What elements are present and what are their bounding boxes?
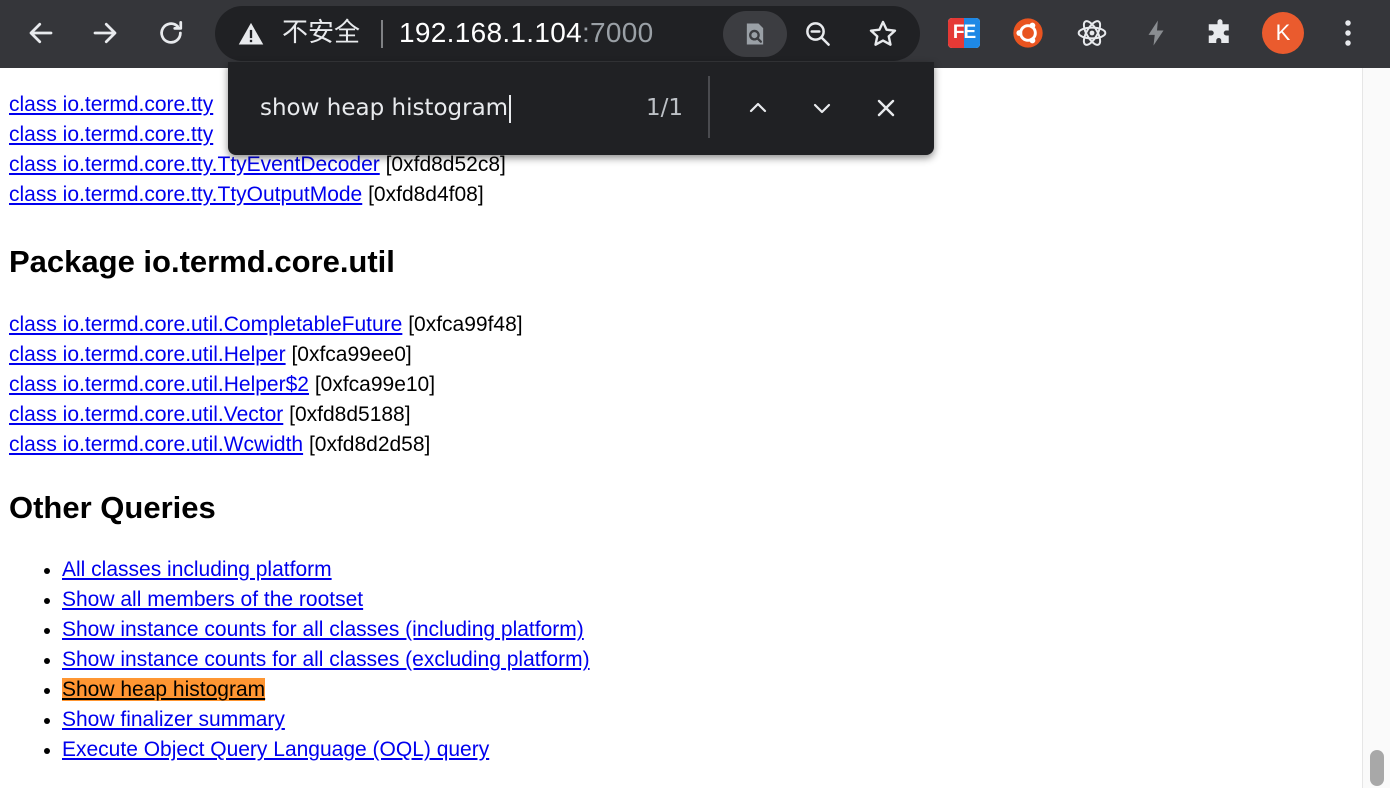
find-divider: [708, 76, 710, 138]
find-match-count: 1/1: [646, 95, 684, 121]
class-row: class io.termd.core.util.Vector [0xfd8d5…: [9, 400, 411, 430]
extensions-menu-button[interactable]: [1203, 16, 1237, 50]
zoom-icon[interactable]: [803, 19, 833, 49]
class-row: class io.termd.core.tty: [9, 90, 213, 120]
class-link[interactable]: class io.termd.core.util.CompletableFutu…: [9, 313, 402, 336]
security-status-label[interactable]: 不安全: [282, 18, 360, 48]
class-link[interactable]: class io.termd.core.tty: [9, 93, 213, 116]
back-button[interactable]: [17, 10, 65, 56]
react-devtools-extension[interactable]: [1075, 16, 1109, 50]
list-item: Show all members of the rootset: [62, 585, 590, 615]
query-link-finalizer-summary[interactable]: Show finalizer summary: [62, 708, 285, 731]
close-icon: [877, 99, 895, 117]
find-bar: show heap histogram 1/1: [228, 62, 934, 155]
class-row: class io.termd.core.util.Helper [0xfca99…: [9, 340, 412, 370]
address-divider: [381, 20, 383, 48]
class-address: [0xfd8d5188]: [289, 403, 411, 426]
query-link-instance-counts-excluding[interactable]: Show instance counts for all classes (ex…: [62, 648, 590, 671]
vertical-scrollbar[interactable]: [1362, 68, 1390, 788]
class-row: class io.termd.core.tty.TtyOutputMode [0…: [9, 180, 484, 210]
url-port: :7000: [581, 17, 654, 48]
forward-button[interactable]: [81, 10, 129, 56]
lightning-extension[interactable]: [1139, 16, 1173, 50]
page-content: class io.termd.core.tty class io.termd.c…: [0, 68, 1362, 788]
other-queries-heading: Other Queries: [9, 490, 216, 525]
list-item: Execute Object Query Language (OQL) quer…: [62, 735, 590, 765]
class-link[interactable]: class io.termd.core.util.Helper: [9, 343, 286, 366]
text-caret: [509, 94, 512, 123]
ubuntu-extension[interactable]: [1011, 16, 1045, 50]
class-row: class io.termd.core.tty: [9, 120, 213, 150]
chevron-up-icon: [749, 102, 767, 113]
class-link[interactable]: class io.termd.core.util.Vector: [9, 403, 283, 426]
fe-extension-icon: FE: [948, 18, 980, 48]
lightning-bolt-icon: [1148, 20, 1164, 46]
find-input[interactable]: show heap histogram: [260, 93, 512, 123]
class-address: [0xfca99e10]: [314, 373, 436, 396]
warning-icon[interactable]: [237, 20, 265, 48]
list-item: Show instance counts for all classes (in…: [62, 615, 590, 645]
class-row: class io.termd.core.util.Helper$2 [0xfca…: [9, 370, 435, 400]
query-link-instance-counts-including[interactable]: Show instance counts for all classes (in…: [62, 618, 584, 641]
back-arrow-icon: [29, 22, 53, 44]
class-link[interactable]: class io.termd.core.util.Wcwidth: [9, 433, 303, 456]
url-text[interactable]: 192.168.1.104:7000: [399, 17, 654, 49]
class-address: [0xfd8d2d58]: [308, 433, 431, 456]
class-link[interactable]: class io.termd.core.tty: [9, 123, 213, 146]
page-search-icon: [746, 23, 764, 45]
profile-avatar[interactable]: K: [1262, 12, 1304, 54]
find-query-text: show heap histogram: [260, 95, 509, 121]
chevron-down-icon: [813, 103, 831, 114]
browser-toolbar: 不安全 192.168.1.104:7000 FE K: [0, 0, 1390, 68]
find-close-button[interactable]: [868, 90, 904, 126]
browser-menu-button[interactable]: [1324, 10, 1372, 56]
list-item: Show instance counts for all classes (ex…: [62, 645, 590, 675]
class-address: [0xfd8d52c8]: [385, 153, 506, 176]
class-row: class io.termd.core.util.CompletableFutu…: [9, 310, 523, 340]
list-item: Show heap histogram: [62, 675, 590, 705]
query-link-heap-histogram[interactable]: Show heap histogram: [62, 678, 266, 701]
other-queries-list: All classes including platform Show all …: [0, 555, 590, 765]
class-row: class io.termd.core.util.Wcwidth [0xfd8d…: [9, 430, 430, 460]
find-in-page-button[interactable]: [723, 11, 787, 57]
reload-icon: [160, 21, 183, 44]
url-host: 192.168.1.104: [399, 17, 582, 48]
fe-helper-extension[interactable]: FE: [947, 16, 981, 50]
class-link[interactable]: class io.termd.core.tty.TtyEventDecoder: [9, 153, 380, 176]
find-next-button[interactable]: [804, 90, 840, 126]
puzzle-piece-icon: [1208, 19, 1229, 43]
query-link-rootset[interactable]: Show all members of the rootset: [62, 588, 363, 611]
class-address: [0xfca99ee0]: [291, 343, 412, 366]
query-link-all-classes[interactable]: All classes including platform: [62, 558, 332, 581]
class-address: [0xfd8d4f08]: [368, 183, 484, 206]
class-link[interactable]: class io.termd.core.util.Helper$2: [9, 373, 309, 396]
list-item: Show finalizer summary: [62, 705, 590, 735]
forward-arrow-icon: [93, 22, 117, 44]
class-link[interactable]: class io.termd.core.tty.TtyOutputMode: [9, 183, 362, 206]
reload-button[interactable]: [147, 10, 195, 56]
package-heading: Package io.termd.core.util: [9, 244, 395, 279]
scrollbar-thumb[interactable]: [1370, 750, 1384, 786]
react-atom-icon: [1077, 20, 1107, 46]
list-item: All classes including platform: [62, 555, 590, 585]
query-link-oql[interactable]: Execute Object Query Language (OQL) quer…: [62, 738, 489, 761]
fe-extension-label: FE: [952, 22, 976, 43]
kebab-menu-icon: [1345, 20, 1351, 46]
ubuntu-extension-icon: [1013, 18, 1043, 48]
find-previous-button[interactable]: [740, 90, 776, 126]
class-address: [0xfca99f48]: [408, 313, 523, 336]
bookmark-star-icon[interactable]: [867, 18, 899, 50]
address-bar[interactable]: 不安全 192.168.1.104:7000: [215, 6, 920, 61]
